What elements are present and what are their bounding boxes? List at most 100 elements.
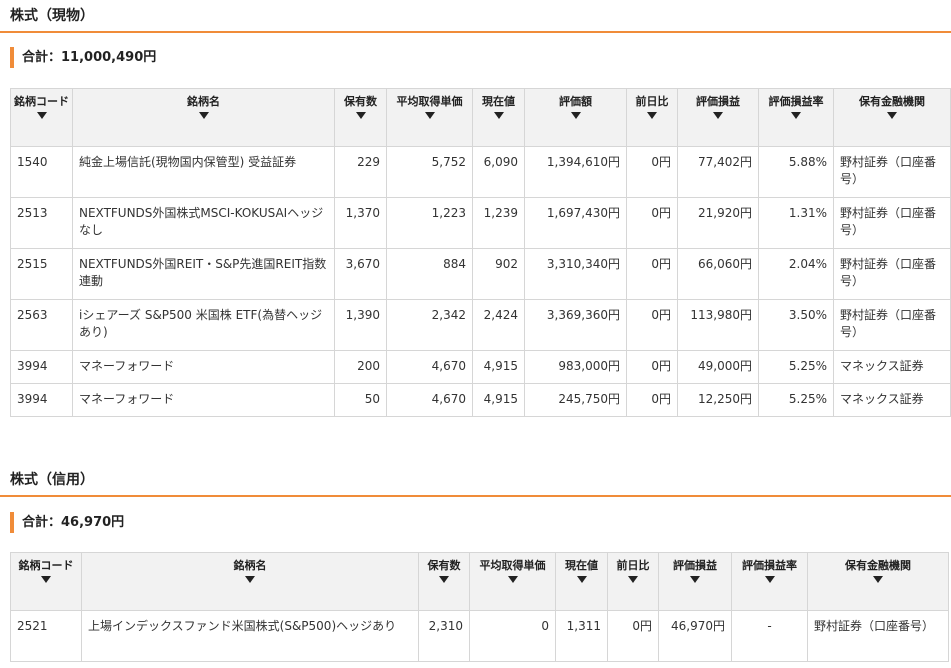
cell-price: 902 bbox=[472, 248, 525, 300]
table-row: 1540 純金上場信託(現物国内保管型) 受益証券 229 5,752 6,09… bbox=[10, 146, 951, 198]
cell-name[interactable]: iシェアーズ S&P500 米国株 ETF(為替ヘッジあり) bbox=[72, 299, 335, 351]
cell-value: 3,369,360円 bbox=[524, 299, 627, 351]
section-title-spot: 株式（現物） bbox=[10, 8, 94, 24]
table-row: 3994 マネーフォワード 200 4,670 4,915 983,000円 0… bbox=[10, 350, 951, 384]
cell-plrate: 5.25% bbox=[758, 350, 834, 384]
section-header-margin: 株式（信用） bbox=[0, 470, 951, 497]
sort-down-icon[interactable] bbox=[37, 112, 47, 119]
cell-name[interactable]: NEXTFUNDS外国株式MSCI-KOKUSAIヘッジなし bbox=[72, 197, 335, 249]
cell-qty: 1,370 bbox=[334, 197, 387, 249]
cell-price: 6,090 bbox=[472, 146, 525, 198]
cell-avg: 884 bbox=[386, 248, 473, 300]
th-price[interactable]: 現在値 bbox=[472, 88, 525, 147]
th-broker[interactable]: 保有金融機関 bbox=[833, 88, 951, 147]
cell-code: 2563 bbox=[10, 299, 73, 351]
cell-value: 3,310,340円 bbox=[524, 248, 627, 300]
th-code[interactable]: 銘柄コード bbox=[10, 88, 73, 147]
section-header-spot: 株式（現物） bbox=[0, 6, 951, 33]
cell-qty: 1,390 bbox=[334, 299, 387, 351]
cell-value: 1,697,430円 bbox=[524, 197, 627, 249]
cell-plrate: - bbox=[731, 610, 808, 662]
sort-down-icon[interactable] bbox=[507, 576, 518, 583]
cell-broker: 野村証券（口座番号） bbox=[833, 197, 951, 249]
cell-daychg: 0円 bbox=[626, 299, 678, 351]
sort-down-icon[interactable] bbox=[647, 112, 657, 119]
cell-qty: 3,670 bbox=[334, 248, 387, 300]
cell-qty: 50 bbox=[334, 383, 387, 417]
sort-down-icon[interactable] bbox=[576, 576, 587, 583]
th-code[interactable]: 銘柄コード bbox=[10, 552, 82, 611]
cell-name[interactable]: 純金上場信託(現物国内保管型) 受益証券 bbox=[72, 146, 335, 198]
th-price[interactable]: 現在値 bbox=[555, 552, 608, 611]
cell-plrate: 1.31% bbox=[758, 197, 834, 249]
cell-plrate: 3.50% bbox=[758, 299, 834, 351]
cell-avg: 5,752 bbox=[386, 146, 473, 198]
cell-value: 1,394,610円 bbox=[524, 146, 627, 198]
cell-avg: 4,670 bbox=[386, 383, 473, 417]
cell-daychg: 0円 bbox=[626, 197, 678, 249]
cell-value: 983,000円 bbox=[524, 350, 627, 384]
cell-code: 2513 bbox=[10, 197, 73, 249]
cell-daychg: 0円 bbox=[626, 383, 678, 417]
cell-name[interactable]: NEXTFUNDS外国REIT・S&P先進国REIT指数連動 bbox=[72, 248, 335, 300]
sort-down-icon[interactable] bbox=[628, 576, 638, 583]
cell-avg: 1,223 bbox=[386, 197, 473, 249]
cell-pl: 21,920円 bbox=[677, 197, 759, 249]
sort-down-icon[interactable] bbox=[493, 112, 504, 119]
th-pl[interactable]: 評価損益 bbox=[677, 88, 759, 147]
cell-code: 3994 bbox=[10, 350, 73, 384]
cell-code: 1540 bbox=[10, 146, 73, 198]
sort-down-icon[interactable] bbox=[424, 112, 435, 119]
sort-down-icon[interactable] bbox=[887, 112, 897, 119]
th-value[interactable]: 評価額 bbox=[524, 88, 627, 147]
th-avg[interactable]: 平均取得単価 bbox=[469, 552, 556, 611]
sort-down-icon[interactable] bbox=[873, 576, 883, 583]
table-row: 2521 上場インデックスファンド米国株式(S&P500)ヘッジあり 2,310… bbox=[10, 610, 949, 662]
cell-code: 2521 bbox=[10, 610, 82, 662]
cell-qty: 2,310 bbox=[418, 610, 470, 662]
cell-daychg: 0円 bbox=[626, 350, 678, 384]
th-name[interactable]: 銘柄名 bbox=[72, 88, 335, 147]
cell-plrate: 5.88% bbox=[758, 146, 834, 198]
cell-broker: マネックス証券 bbox=[833, 350, 951, 384]
sort-down-icon[interactable] bbox=[41, 576, 51, 583]
cell-pl: 49,000円 bbox=[677, 350, 759, 384]
cell-avg: 0 bbox=[469, 610, 556, 662]
th-plrate[interactable]: 評価損益率 bbox=[758, 88, 834, 147]
th-broker[interactable]: 保有金融機関 bbox=[807, 552, 949, 611]
th-name[interactable]: 銘柄名 bbox=[81, 552, 419, 611]
cell-name[interactable]: 上場インデックスファンド米国株式(S&P500)ヘッジあり bbox=[81, 610, 419, 662]
margin-holdings-table: 銘柄コード 銘柄名 保有数 平均取得単価 現在値 前日比 評価損益 評価損益率 … bbox=[10, 552, 949, 662]
th-daychg[interactable]: 前日比 bbox=[626, 88, 678, 147]
cell-pl: 46,970円 bbox=[658, 610, 732, 662]
sort-down-icon[interactable] bbox=[355, 112, 366, 119]
th-plrate[interactable]: 評価損益率 bbox=[731, 552, 808, 611]
th-qty[interactable]: 保有数 bbox=[418, 552, 470, 611]
sort-down-icon[interactable] bbox=[570, 112, 581, 119]
cell-daychg: 0円 bbox=[626, 248, 678, 300]
cell-name[interactable]: マネーフォワード bbox=[72, 350, 335, 384]
cell-avg: 4,670 bbox=[386, 350, 473, 384]
cell-broker: マネックス証券 bbox=[833, 383, 951, 417]
cell-avg: 2,342 bbox=[386, 299, 473, 351]
cell-price: 2,424 bbox=[472, 299, 525, 351]
section-title-margin: 株式（信用） bbox=[10, 472, 94, 488]
cell-price: 1,311 bbox=[555, 610, 608, 662]
th-pl[interactable]: 評価損益 bbox=[658, 552, 732, 611]
sort-down-icon[interactable] bbox=[439, 576, 449, 583]
th-avg[interactable]: 平均取得単価 bbox=[386, 88, 473, 147]
cell-code: 3994 bbox=[10, 383, 73, 417]
sort-down-icon[interactable] bbox=[245, 576, 255, 583]
cell-broker: 野村証券（口座番号） bbox=[833, 248, 951, 300]
cell-pl: 113,980円 bbox=[677, 299, 759, 351]
sort-down-icon[interactable] bbox=[713, 112, 723, 119]
sort-down-icon[interactable] bbox=[791, 112, 801, 119]
th-qty[interactable]: 保有数 bbox=[334, 88, 387, 147]
sort-down-icon[interactable] bbox=[690, 576, 700, 583]
th-daychg[interactable]: 前日比 bbox=[607, 552, 659, 611]
cell-name[interactable]: マネーフォワード bbox=[72, 383, 335, 417]
cell-daychg: 0円 bbox=[607, 610, 659, 662]
cell-plrate: 2.04% bbox=[758, 248, 834, 300]
sort-down-icon[interactable] bbox=[764, 576, 775, 583]
sort-down-icon[interactable] bbox=[198, 112, 209, 119]
